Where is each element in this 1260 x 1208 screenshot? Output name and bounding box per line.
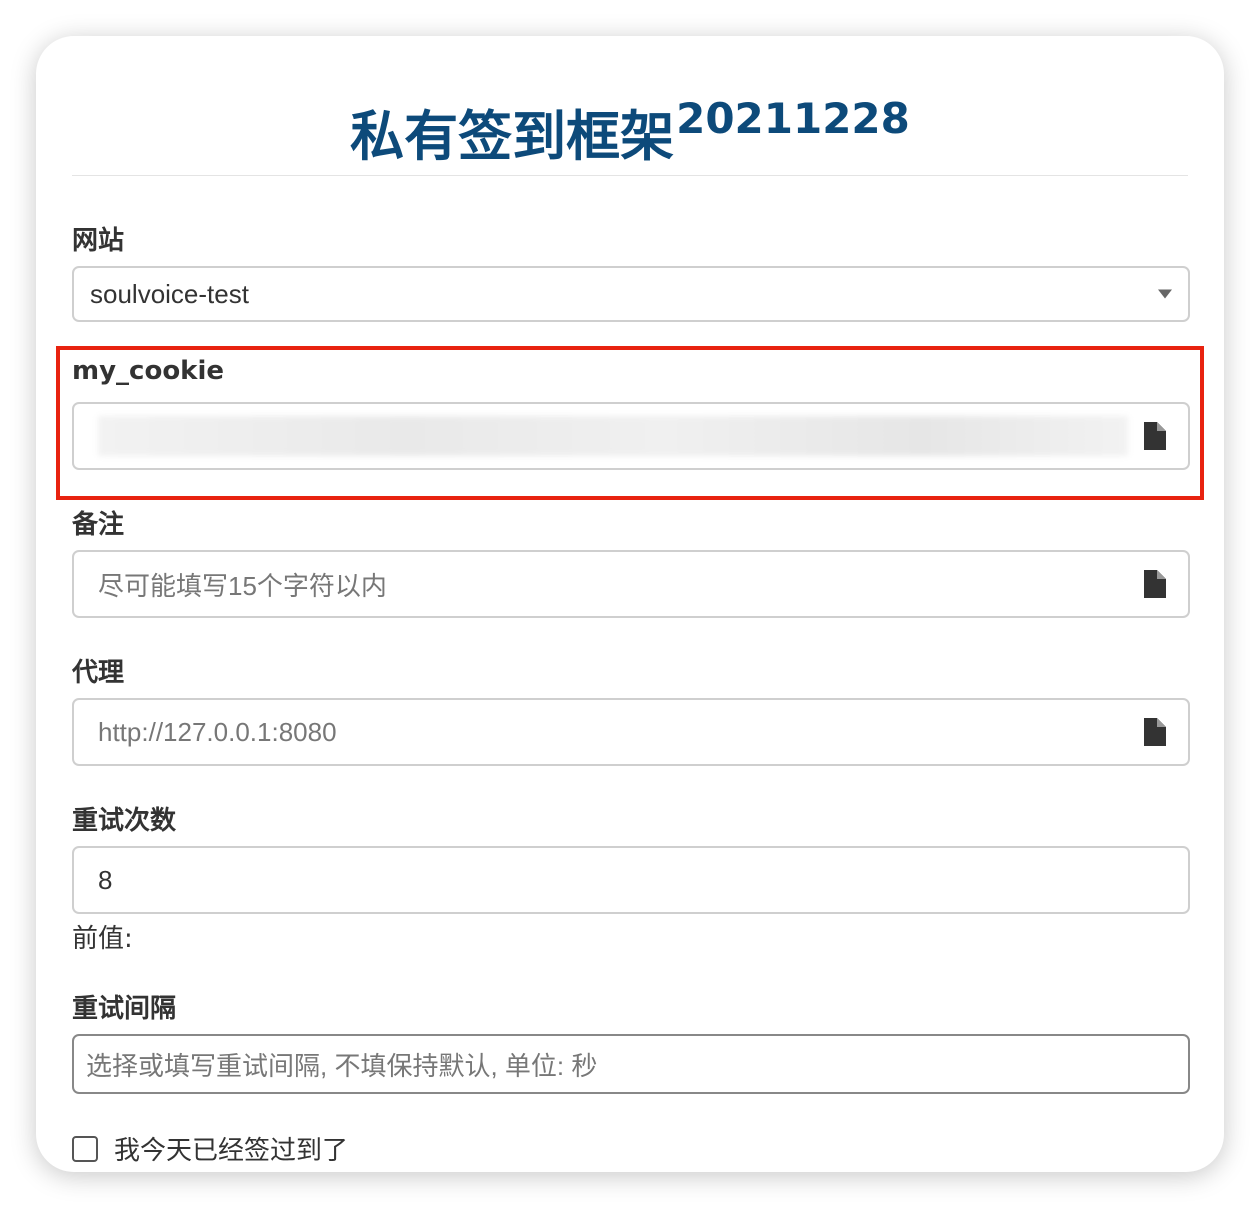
retry-interval-combobox[interactable]: 选择或填写重试间隔, 不填保持默认, 单位: 秒 [72,1034,1190,1094]
site-label: 网站 [72,226,125,256]
cookie-highlight-box [56,346,1204,500]
retry-count-current-value: 前值: [72,924,133,954]
retry-interval-placeholder: 选择或填写重试间隔, 不填保持默认, 单位: 秒 [86,1050,598,1081]
signin-form-card: 私有签到框架20211228 网站 soulvoice-test my_cook… [36,36,1224,1172]
retry-count-value: 8 [98,864,113,895]
proxy-label: 代理 [72,658,125,688]
page-title: 私有签到框架20211228 [350,94,910,168]
version-label: 20211228 [676,94,910,143]
checked-today-label[interactable]: 我今天已经签过到了 [114,1130,348,1167]
site-select[interactable]: soulvoice-test [72,266,1190,322]
checked-today-checkbox[interactable] [72,1135,98,1162]
note-placeholder: 尽可能填写15个字符以内 [98,570,387,601]
proxy-placeholder: http://127.0.0.1:8080 [98,716,337,747]
checked-today-row[interactable]: 我今天已经签过到了 [72,1130,348,1167]
chevron-down-icon [1158,289,1172,299]
note-label: 备注 [72,510,125,540]
site-select-value: soulvoice-test [90,278,249,309]
retry-count-input[interactable]: 8 [72,846,1190,914]
retry-count-label: 重试次数 [72,806,177,836]
proxy-input[interactable]: http://127.0.0.1:8080 [72,698,1190,766]
note-input[interactable]: 尽可能填写15个字符以内 [72,550,1190,618]
document-icon [1144,570,1166,598]
retry-interval-label: 重试间隔 [72,994,177,1024]
title-divider [72,175,1188,176]
document-icon [1144,718,1166,746]
